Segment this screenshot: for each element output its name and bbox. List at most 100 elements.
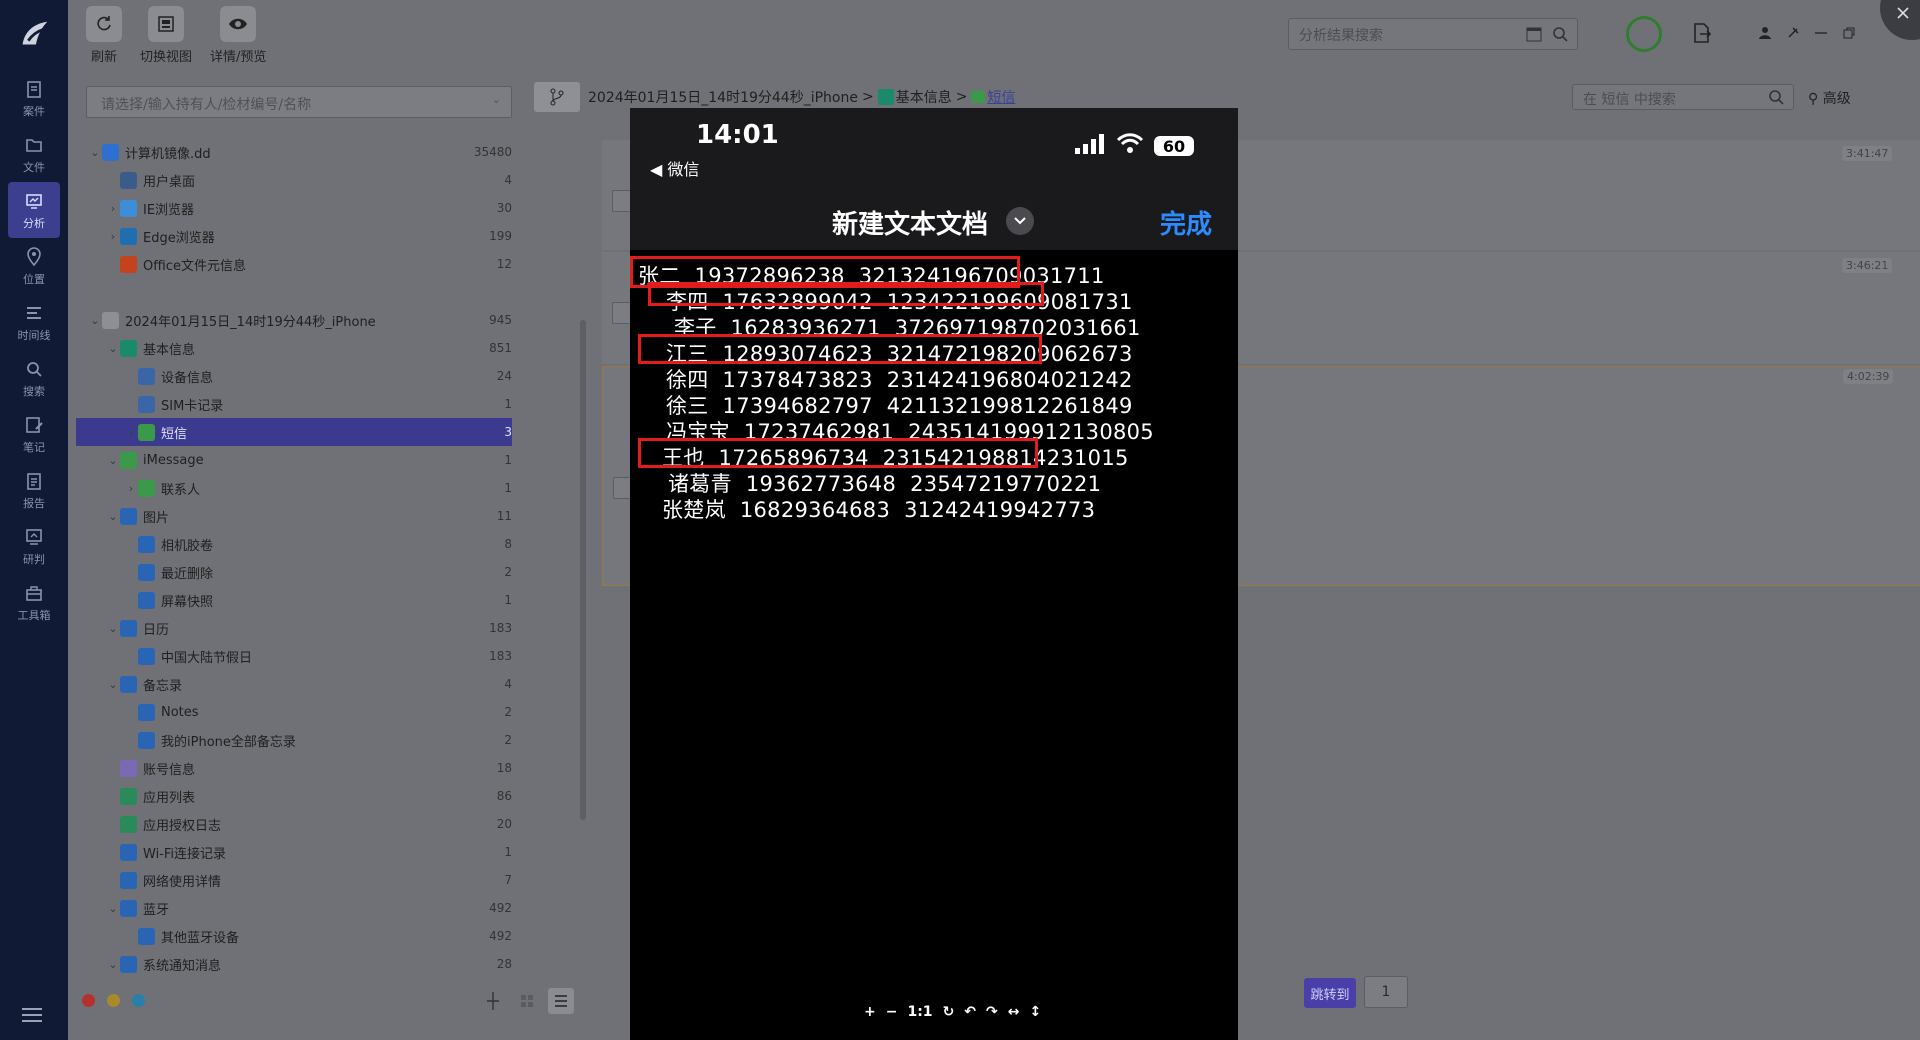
- collapse-all-icon[interactable]: [480, 988, 506, 1014]
- crumb-device[interactable]: 2024年01月15日_14时19分44秒_iPhone: [588, 87, 858, 107]
- nav-item-7[interactable]: 报告: [0, 462, 68, 518]
- chevron-down-icon[interactable]: ⌄: [88, 314, 102, 327]
- tree-item[interactable]: Notes 2: [76, 698, 512, 726]
- hamburger-menu-icon[interactable]: [22, 1006, 46, 1026]
- tree-item[interactable]: 账号信息 18: [76, 754, 512, 782]
- chevron-right-icon[interactable]: ›: [124, 482, 138, 495]
- chevron-right-icon[interactable]: ›: [106, 230, 120, 243]
- viewer-control-button[interactable]: −: [886, 1004, 898, 1020]
- refresh-button[interactable]: 刷新: [86, 6, 122, 68]
- chevron-down-icon[interactable]: ⌄: [88, 146, 102, 159]
- refresh-label: 刷新: [90, 50, 117, 65]
- restore-icon[interactable]: [1842, 22, 1856, 44]
- calendar-icon[interactable]: [1525, 25, 1543, 43]
- tree-item[interactable]: ⌄ 基本信息 851: [76, 334, 512, 362]
- tree-item[interactable]: 我的iPhone全部备忘录 2: [76, 726, 512, 754]
- tree-scrollbar[interactable]: [580, 320, 586, 820]
- tree-item[interactable]: ⌄ 2024年01月15日_14时19分44秒_iPhone 945: [76, 306, 512, 334]
- window-dots: [82, 994, 145, 1007]
- tree-item[interactable]: 应用授权日志 20: [76, 810, 512, 838]
- blue-dot-icon[interactable]: [132, 994, 145, 1007]
- chevron-down-icon[interactable]: ⌄: [106, 622, 120, 635]
- jump-to-button[interactable]: 跳转到: [1304, 978, 1356, 1008]
- nav-item-3[interactable]: 位置: [0, 238, 68, 294]
- tree-item[interactable]: ⌄ 系统通知消息 28: [76, 950, 512, 978]
- tree-item[interactable]: 相机胶卷 8: [76, 530, 512, 558]
- tree-item[interactable]: › Edge浏览器 199: [76, 222, 512, 250]
- search-icon[interactable]: [1767, 88, 1785, 106]
- viewer-control-button[interactable]: ↔: [1008, 1004, 1020, 1020]
- chevron-right-icon[interactable]: ›: [124, 426, 138, 439]
- shield-status-icon[interactable]: [1626, 16, 1662, 52]
- nav-item-6[interactable]: 笔记: [0, 406, 68, 462]
- grid-view-icon[interactable]: [514, 988, 540, 1014]
- branch-icon[interactable]: [534, 82, 580, 112]
- page-number-input[interactable]: 1: [1364, 976, 1408, 1008]
- search-icon[interactable]: [1551, 25, 1569, 43]
- export-icon[interactable]: [1690, 22, 1712, 44]
- tree-item[interactable]: 最近删除 2: [76, 558, 512, 586]
- viewer-control-button[interactable]: +: [864, 1004, 876, 1020]
- evidence-select-input[interactable]: 请选择/输入持有人/检材编号/名称 ⌄: [86, 86, 512, 118]
- tree-item[interactable]: › 短信 3: [76, 418, 512, 446]
- tree-item-count: 945: [489, 313, 512, 327]
- crumb-section[interactable]: 基本信息: [896, 87, 952, 107]
- tree-item[interactable]: 应用列表 86: [76, 782, 512, 810]
- viewer-control-button[interactable]: ↶: [964, 1004, 976, 1020]
- advanced-search-button[interactable]: ⚲ 高级: [1808, 88, 1851, 108]
- tree-item[interactable]: ⌄ 日历 183: [76, 614, 512, 642]
- tree-item[interactable]: 用户桌面 4: [76, 166, 512, 194]
- user-icon[interactable]: [1758, 22, 1772, 44]
- close-button[interactable]: [1880, 0, 1920, 40]
- nav-item-5[interactable]: 搜索: [0, 350, 68, 406]
- chevron-down-icon[interactable]: ⌄: [106, 454, 120, 467]
- tree-item[interactable]: › 联系人 1: [76, 474, 512, 502]
- tree-item-count: 851: [489, 341, 512, 355]
- nav-item-1[interactable]: 文件: [0, 126, 68, 182]
- viewer-control-button[interactable]: ↕: [1030, 1004, 1042, 1020]
- chevron-down-icon[interactable]: ⌄: [106, 342, 120, 355]
- tree-item[interactable]: 中国大陆节假日 183: [76, 642, 512, 670]
- sms-search-input[interactable]: 在 短信 中搜索: [1572, 84, 1794, 110]
- tree-item[interactable]: Wi-Fi连接记录 1: [76, 838, 512, 866]
- minimize-icon[interactable]: [1814, 22, 1828, 44]
- tree-item[interactable]: ⌄ 蓝牙 492: [76, 894, 512, 922]
- nav-item-2[interactable]: 分析: [8, 182, 60, 238]
- nav-item-9[interactable]: 工具箱: [0, 574, 68, 630]
- tree-item[interactable]: ⌄ 计算机镜像.dd 35480: [76, 138, 512, 166]
- tree-item[interactable]: 网络使用详情 7: [76, 866, 512, 894]
- analysis-search-input[interactable]: 分析结果搜索: [1288, 18, 1578, 50]
- tree-item[interactable]: 屏幕快照 1: [76, 586, 512, 614]
- viewer-control-button[interactable]: 1:1: [907, 1004, 932, 1020]
- tree-item[interactable]: Office文件元信息 12: [76, 250, 512, 278]
- viewer-control-button[interactable]: ↻: [943, 1004, 955, 1020]
- chevron-down-icon[interactable]: ⌄: [106, 902, 120, 915]
- yellow-dot-icon[interactable]: [107, 994, 120, 1007]
- tree-item[interactable]: 其他蓝牙设备 492: [76, 922, 512, 950]
- tree-item[interactable]: 设备信息 24: [76, 362, 512, 390]
- chevron-right-icon[interactable]: ›: [106, 202, 120, 215]
- tree-item[interactable]: ⌄ 备忘录 4: [76, 670, 512, 698]
- chevron-down-icon[interactable]: ⌄: [106, 678, 120, 691]
- crumb-current[interactable]: 短信: [987, 87, 1015, 107]
- nav-item-8[interactable]: 研判: [0, 518, 68, 574]
- tree-item[interactable]: ⌄ iMessage 1: [76, 446, 512, 474]
- tree-item[interactable]: ⌄ 图片 11: [76, 502, 512, 530]
- detail-preview-button[interactable]: 详情/预览: [210, 6, 266, 68]
- viewer-control-button[interactable]: ↷: [986, 1004, 998, 1020]
- chevron-down-icon[interactable]: ⌄: [106, 958, 120, 971]
- left-nav: 案件 文件 分析 位置 时间线 搜索 笔记 报告 研判 工具箱: [0, 0, 68, 1040]
- tree-item-label: iMessage: [143, 452, 204, 468]
- phone-done-label: 完成: [1160, 210, 1213, 240]
- pin-icon[interactable]: [1786, 22, 1800, 44]
- list-view-icon[interactable]: [548, 988, 574, 1014]
- tree-item[interactable]: › IE浏览器 30: [76, 194, 512, 222]
- tree-item-icon: [120, 619, 137, 637]
- nav-item-4[interactable]: 时间线: [0, 294, 68, 350]
- nav-item-0[interactable]: 案件: [0, 70, 68, 126]
- evidence-select-placeholder: 请选择/输入持有人/检材编号/名称: [101, 97, 312, 113]
- red-dot-icon[interactable]: [82, 994, 95, 1007]
- tree-item[interactable]: SIM卡记录 1: [76, 390, 512, 418]
- switch-view-button[interactable]: 切换视图: [140, 6, 192, 68]
- chevron-down-icon[interactable]: ⌄: [106, 510, 120, 523]
